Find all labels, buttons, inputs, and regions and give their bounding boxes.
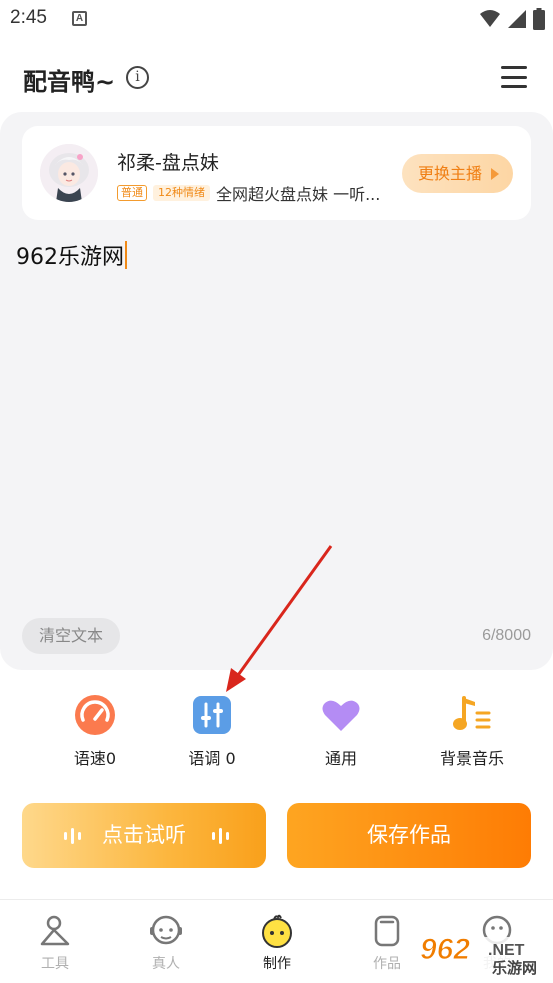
nav-works[interactable]: 作品 xyxy=(347,914,427,973)
preview-button[interactable]: 点击试听 xyxy=(22,803,266,868)
wifi-icon xyxy=(480,10,500,27)
tool-general[interactable]: 通用 xyxy=(281,694,401,769)
status-time: 2:45 xyxy=(10,7,47,28)
play-triangle-icon xyxy=(491,168,499,180)
nav-make-label: 制作 xyxy=(263,956,291,972)
person-face-icon xyxy=(150,915,182,945)
tool-tone[interactable]: 语调 0 xyxy=(152,694,272,769)
editor-panel: 祁柔-盘点妹 普通 12种情绪 全网超火盘点妹 一听... 更换主播 962乐游… xyxy=(0,112,553,670)
tool-bgm[interactable]: 背景音乐 xyxy=(412,694,532,769)
works-icon xyxy=(374,915,400,947)
tone-sliders-icon xyxy=(193,696,231,734)
text-input-value: 962乐游网 xyxy=(16,245,124,270)
voice-name: 祁柔-盘点妹 xyxy=(117,152,219,174)
info-icon[interactable]: i xyxy=(126,66,149,89)
speedometer-icon xyxy=(75,695,115,735)
svg-text:.NET: .NET xyxy=(488,942,525,959)
sound-wave-icon xyxy=(64,827,81,845)
music-note-icon xyxy=(453,696,491,730)
switch-voice-button[interactable]: 更换主播 xyxy=(402,154,513,193)
preview-label: 点击试听 xyxy=(102,823,186,847)
nav-real-label: 真人 xyxy=(152,956,180,972)
nav-real[interactable]: 真人 xyxy=(126,914,206,973)
clear-text-button[interactable]: 清空文本 xyxy=(22,618,120,654)
voice-card[interactable]: 祁柔-盘点妹 普通 12种情绪 全网超火盘点妹 一听... 更换主播 xyxy=(22,126,531,220)
save-button[interactable]: 保存作品 xyxy=(287,803,531,868)
menu-icon[interactable] xyxy=(501,66,527,88)
switch-voice-label: 更换主播 xyxy=(418,164,483,183)
text-cursor xyxy=(125,241,127,269)
signal-icon xyxy=(508,10,526,28)
app-header: 配音鸭~ i xyxy=(0,52,553,104)
notification-icon: A xyxy=(72,11,87,26)
nav-make[interactable]: 制作 xyxy=(237,914,317,973)
sound-wave-icon-right xyxy=(212,827,229,845)
tool-speed[interactable]: 语速0 xyxy=(35,694,155,769)
tag-emotion: 12种情绪 xyxy=(153,185,210,201)
tool-general-label: 通用 xyxy=(324,749,357,768)
text-input[interactable]: 962乐游网 xyxy=(16,239,127,271)
tools-icon xyxy=(40,915,70,946)
heart-icon xyxy=(322,700,360,731)
voice-tags: 普通 12种情绪 全网超火盘点妹 一听... xyxy=(117,181,380,205)
status-bar: 2:45 A xyxy=(0,0,553,38)
watermark-logo: 962 .NET 乐游网 xyxy=(416,933,553,975)
nav-tools-label: 工具 xyxy=(41,956,69,972)
duck-icon xyxy=(262,914,292,948)
tool-bgm-label: 背景音乐 xyxy=(439,749,504,768)
tag-normal: 普通 xyxy=(117,185,147,201)
svg-text:962: 962 xyxy=(420,933,470,966)
tool-speed-label: 语速0 xyxy=(73,749,117,768)
nav-tools[interactable]: 工具 xyxy=(15,914,95,973)
voice-avatar xyxy=(40,144,98,202)
nav-works-label: 作品 xyxy=(373,956,401,972)
svg-text:乐游网: 乐游网 xyxy=(492,959,537,975)
voice-description: 全网超火盘点妹 一听... xyxy=(216,185,381,204)
tool-tone-label: 语调 0 xyxy=(188,749,236,768)
battery-icon xyxy=(533,8,545,30)
char-count: 6/8000 xyxy=(482,627,531,644)
status-icons xyxy=(479,8,545,30)
app-title: 配音鸭~ xyxy=(23,68,116,96)
